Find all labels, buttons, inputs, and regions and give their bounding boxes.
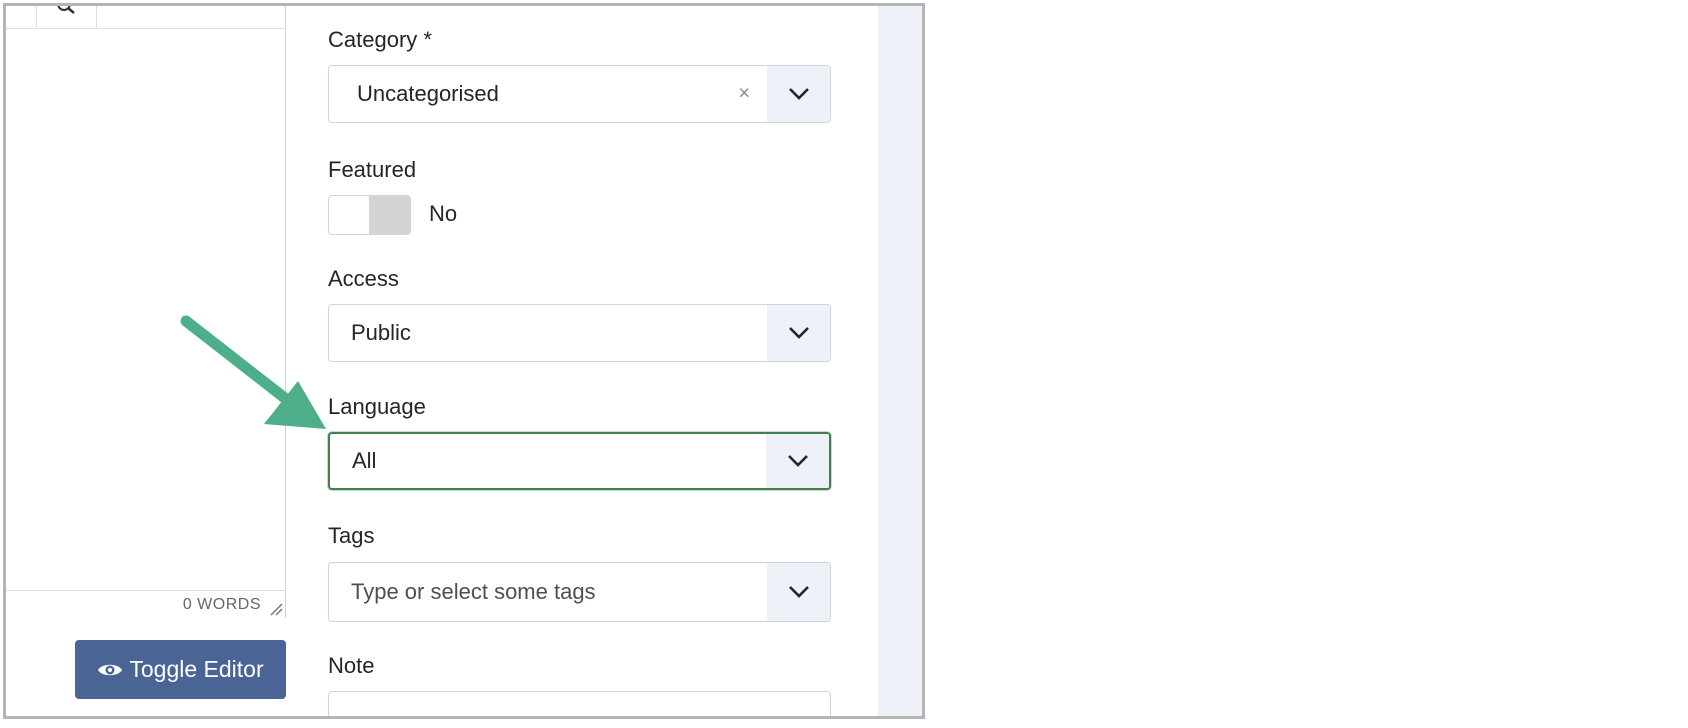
toggle-editor-label: Toggle Editor (129, 656, 264, 682)
access-label: Access (328, 266, 399, 291)
category-select[interactable]: Uncategorised × (328, 65, 831, 123)
category-value: Uncategorised (357, 81, 499, 106)
access-dropdown-toggle[interactable] (767, 305, 830, 361)
chevron-down-icon (788, 327, 809, 339)
featured-switch[interactable] (328, 195, 411, 235)
side-gutter (878, 6, 922, 716)
eye-icon (98, 664, 123, 675)
featured-label: Featured (328, 157, 417, 182)
search-icon (57, 6, 75, 14)
toolbar-divider (96, 6, 97, 28)
find-replace-button[interactable] (36, 6, 96, 28)
category-label: Category * (328, 27, 432, 52)
access-value: Public (351, 320, 411, 345)
featured-state: No (429, 201, 458, 226)
chevron-down-icon (788, 586, 809, 598)
annotation-arrow-icon (180, 315, 326, 429)
language-dropdown-toggle[interactable] (766, 434, 829, 488)
toggle-editor-button[interactable]: Toggle Editor (75, 640, 286, 699)
switch-knob (369, 196, 410, 234)
tags-placeholder: Type or select some tags (351, 579, 596, 604)
note-label: Note (328, 653, 375, 678)
word-count: 0 WORDS (182, 596, 261, 613)
article-edit-panel: 0 WORDS Toggle Editor Category * Uncateg… (3, 3, 925, 719)
clear-category-icon[interactable]: × (738, 83, 750, 106)
language-value: All (352, 448, 377, 473)
editor-status-bar: 0 WORDS (6, 590, 285, 618)
category-dropdown-toggle[interactable] (767, 66, 830, 122)
resize-handle-icon[interactable] (269, 602, 283, 616)
editor-toolbar (6, 6, 285, 29)
chevron-down-icon (788, 88, 809, 100)
tags-select[interactable]: Type or select some tags (328, 562, 831, 622)
note-input[interactable] (328, 691, 831, 716)
language-select[interactable]: All (328, 432, 831, 490)
tags-label: Tags (328, 523, 375, 548)
language-label: Language (328, 394, 426, 419)
tags-dropdown-toggle[interactable] (767, 563, 830, 621)
access-select[interactable]: Public (328, 304, 831, 362)
chevron-down-icon (787, 455, 808, 467)
